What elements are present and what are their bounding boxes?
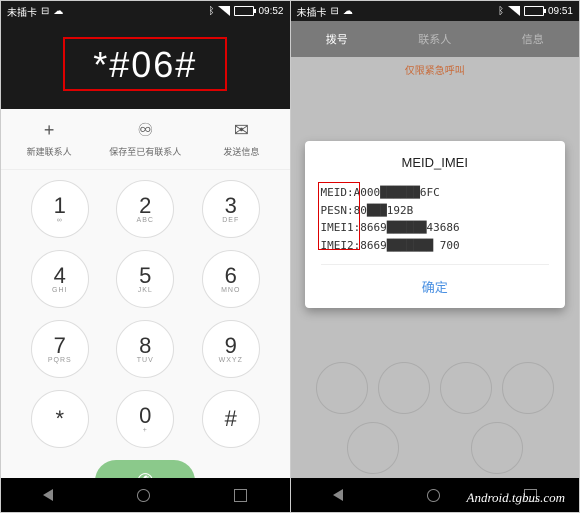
imei-info-block: MEID:A000██████6FC PESN:80███192B IMEI1:… bbox=[321, 184, 550, 265]
background-keypad bbox=[291, 358, 580, 478]
keypad: 1∞ 2ABC 3DEF 4GHI 5JKL 6MNO 7PQRS 8TUV 9… bbox=[1, 170, 290, 502]
message-icon: ✉ bbox=[234, 120, 249, 141]
battery-icon bbox=[524, 6, 544, 16]
plus-icon: + bbox=[44, 120, 55, 141]
key-7[interactable]: 7PQRS bbox=[31, 320, 89, 378]
phone-screen-imei-popup: 未插卡 ⊟ ☁ ᛒ 09:51 拨号 联系人 信息 仅限紧急呼叫 MEID_IM… bbox=[291, 1, 580, 512]
key-5[interactable]: 5JKL bbox=[116, 250, 174, 308]
key-8[interactable]: 8TUV bbox=[116, 320, 174, 378]
nav-bar bbox=[1, 478, 290, 512]
action-label: 保存至已有联系人 bbox=[109, 145, 181, 158]
person-icon: ♾ bbox=[137, 120, 153, 141]
action-label: 发送信息 bbox=[223, 145, 259, 158]
dial-display: *#06# bbox=[1, 21, 290, 109]
sim-icon: ⊟ bbox=[41, 6, 49, 17]
wechat-icon: ☁ bbox=[343, 6, 353, 17]
wechat-icon: ☁ bbox=[53, 6, 63, 17]
key-hash[interactable]: # bbox=[202, 390, 260, 448]
tab-messages[interactable]: 信息 bbox=[522, 31, 544, 47]
key-3[interactable]: 3DEF bbox=[202, 180, 260, 238]
key-6[interactable]: 6MNO bbox=[202, 250, 260, 308]
tab-bar: 拨号 联系人 信息 bbox=[291, 21, 580, 57]
status-bar: 未插卡 ⊟ ☁ ᛒ 09:51 bbox=[291, 1, 580, 21]
home-button[interactable] bbox=[427, 489, 440, 502]
key-0[interactable]: 0+ bbox=[116, 390, 174, 448]
action-row: + 新建联系人 ♾ 保存至已有联系人 ✉ 发送信息 bbox=[1, 109, 290, 170]
carrier-text: 未插卡 bbox=[7, 4, 37, 19]
save-contact-button[interactable]: ♾ 保存至已有联系人 bbox=[97, 109, 193, 169]
clock: 09:51 bbox=[548, 6, 573, 17]
imei-popup: MEID_IMEI MEID:A000██████6FC PESN:80███1… bbox=[305, 141, 566, 308]
key-2[interactable]: 2ABC bbox=[116, 180, 174, 238]
clock: 09:52 bbox=[258, 6, 283, 17]
bluetooth-icon: ᛒ bbox=[208, 6, 214, 17]
key-star[interactable]: * bbox=[31, 390, 89, 448]
signal-icon bbox=[218, 6, 230, 16]
new-contact-button[interactable]: + 新建联系人 bbox=[1, 109, 97, 169]
confirm-button[interactable]: 确定 bbox=[321, 265, 550, 298]
battery-icon bbox=[234, 6, 254, 16]
tab-contacts[interactable]: 联系人 bbox=[418, 31, 451, 47]
signal-icon bbox=[508, 6, 520, 16]
emergency-banner: 仅限紧急呼叫 bbox=[291, 57, 580, 81]
recent-button[interactable] bbox=[234, 489, 247, 502]
key-1[interactable]: 1∞ bbox=[31, 180, 89, 238]
home-button[interactable] bbox=[137, 489, 150, 502]
send-message-button[interactable]: ✉ 发送信息 bbox=[193, 109, 289, 169]
action-label: 新建联系人 bbox=[27, 145, 72, 158]
highlight-box bbox=[63, 37, 227, 91]
watermark: Android.tgbus.com bbox=[467, 490, 565, 506]
tab-dial[interactable]: 拨号 bbox=[326, 31, 348, 47]
back-button[interactable] bbox=[43, 489, 53, 501]
key-9[interactable]: 9WXYZ bbox=[202, 320, 260, 378]
popup-title: MEID_IMEI bbox=[321, 155, 550, 170]
highlight-box bbox=[318, 182, 360, 250]
sim-icon: ⊟ bbox=[331, 6, 339, 17]
bluetooth-icon: ᛒ bbox=[498, 6, 504, 17]
status-bar: 未插卡 ⊟ ☁ ᛒ 09:52 bbox=[1, 1, 290, 21]
back-button[interactable] bbox=[333, 489, 343, 501]
carrier-text: 未插卡 bbox=[297, 4, 327, 19]
phone-screen-dialer: 未插卡 ⊟ ☁ ᛒ 09:52 *#06# + 新建联系人 ♾ 保存至已有联系人 bbox=[1, 1, 291, 512]
key-4[interactable]: 4GHI bbox=[31, 250, 89, 308]
